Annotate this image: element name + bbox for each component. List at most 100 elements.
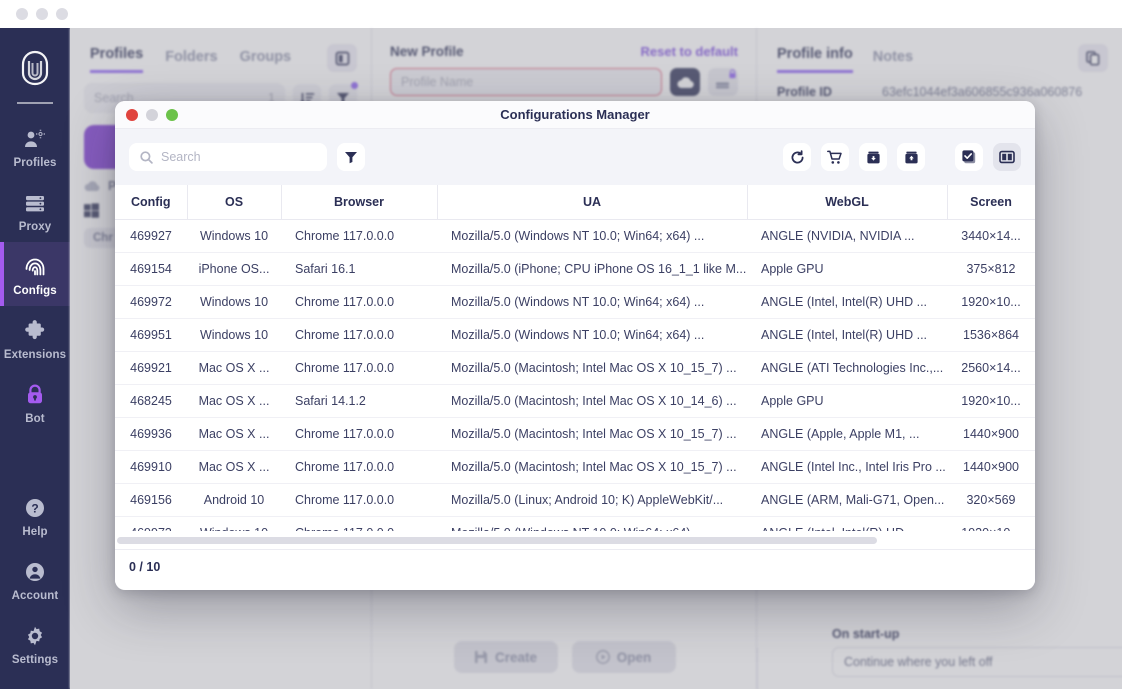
cell-os: Windows 10 <box>187 516 281 531</box>
table-row[interactable]: 469927 Windows 10 Chrome 117.0.0.0 Mozilla/… <box>115 219 1035 253</box>
proxy-icon <box>23 190 47 216</box>
modal-toolbar-actions <box>783 143 1021 171</box>
sidebar-item-bot[interactable]: Bot <box>0 370 70 434</box>
os-close-dot[interactable] <box>16 8 28 20</box>
table-row[interactable]: 468245 Mac OS X ... Safari 14.1.2 Mozilla/5… <box>115 384 1035 418</box>
cloud-profile-button[interactable] <box>670 68 700 96</box>
table-row[interactable]: 469156 Android 10 Chrome 117.0.0.0 Mozilla/… <box>115 483 1035 517</box>
reset-to-default-link[interactable]: Reset to default <box>640 44 738 59</box>
column-header-os[interactable]: OS <box>187 185 282 220</box>
save-icon <box>474 651 487 663</box>
columns-button[interactable] <box>993 143 1021 171</box>
table-row[interactable]: 469921 Mac OS X ... Chrome 117.0.0.0 Mozill… <box>115 351 1035 385</box>
filter-active-badge <box>351 82 358 89</box>
cell-webgl: ANGLE (Intel, Intel(R) HD ... <box>747 516 947 531</box>
table-row[interactable]: 469973Windows 10Chrome 117.0.0.0Mozilla/… <box>115 516 1035 531</box>
tab-folders[interactable]: Folders <box>165 49 217 73</box>
cell-ua: Mozilla/5.0 (Windows NT 10.0; Win64; x64… <box>437 285 747 319</box>
table-body: 469927 Windows 10 Chrome 117.0.0.0 Mozilla/… <box>115 219 1035 531</box>
cell-screen: 1920×10... <box>947 285 1035 319</box>
import-button[interactable] <box>859 143 887 171</box>
local-profile-button[interactable] <box>708 68 738 96</box>
modal-toolbar: Search <box>115 129 1035 185</box>
windows-icon <box>84 203 99 218</box>
panel-layout-toggle-button[interactable] <box>327 44 357 72</box>
startup-select[interactable]: Continue where you left off <box>832 647 1122 677</box>
tab-groups[interactable]: Groups <box>240 49 292 73</box>
column-header-browser[interactable]: Browser <box>281 185 438 220</box>
table-row[interactable]: 469154 iPhone OS... Safari 16.1 Mozilla/5.0… <box>115 252 1035 286</box>
question-icon: ? <box>24 495 46 521</box>
configurations-table-wrap[interactable]: Config OS Browser UA WebGL Screen 469927… <box>115 185 1035 531</box>
table-row[interactable]: 469972 Windows 10 Chrome 117.0.0.0 Mozilla/… <box>115 285 1035 319</box>
copy-button[interactable] <box>1078 44 1108 72</box>
cell-screen: 1440×900 <box>947 417 1035 451</box>
profile-info-tabs: Profile info Notes <box>757 28 1122 73</box>
horizontal-scrollbar[interactable] <box>115 531 1035 549</box>
cell-webgl: Apple GPU <box>747 252 947 286</box>
app-root: Profiles Proxy Configs Extensions Bot ? … <box>0 0 1122 689</box>
cloud-icon <box>676 76 694 88</box>
cell-browser: Safari 16.1 <box>281 252 437 286</box>
sidebar-item-label: Settings <box>11 654 59 666</box>
select-all-button[interactable] <box>955 143 983 171</box>
cart-button[interactable] <box>821 143 849 171</box>
column-header-ua[interactable]: UA <box>437 185 748 220</box>
new-profile-header: New Profile Reset to default <box>372 28 756 59</box>
cell-ua: Mozilla/5.0 (Macintosh; Intel Mac OS X 1… <box>437 417 747 451</box>
tab-profile-info[interactable]: Profile info <box>777 46 853 73</box>
cell-ua: Mozilla/5.0 (Windows NT 10.0; Win64; x64… <box>437 219 747 253</box>
sidebar-items: Profiles Proxy Configs Extensions Bot <box>0 114 70 434</box>
refresh-button[interactable] <box>783 143 811 171</box>
profile-name-row: Profile Name <box>372 59 756 96</box>
sidebar-item-label: Bot <box>25 413 45 425</box>
profile-name-placeholder: Profile Name <box>401 75 474 89</box>
sidebar-item-profiles[interactable]: Profiles <box>0 114 70 178</box>
cell-ua: Mozilla/5.0 (Windows NT 10.0; Win64; x64… <box>437 516 747 531</box>
cell-browser: Chrome 117.0.0.0 <box>281 417 437 451</box>
tab-notes[interactable]: Notes <box>873 49 913 73</box>
cell-os: Android 10 <box>187 483 281 517</box>
open-button[interactable]: Open <box>571 641 676 673</box>
cell-ua: Mozilla/5.0 (Macintosh; Intel Mac OS X 1… <box>437 450 747 484</box>
table-row[interactable]: 469936 Mac OS X ... Chrome 117.0.0.0 Mozill… <box>115 417 1035 451</box>
cell-browser: Chrome 117.0.0.0 <box>281 450 437 484</box>
modal-search-input[interactable]: Search <box>129 143 327 171</box>
create-button[interactable]: Create <box>453 641 558 673</box>
scrollbar-thumb[interactable] <box>117 536 878 544</box>
cell-os: Mac OS X ... <box>187 417 281 451</box>
sidebar-item-extensions[interactable]: Extensions <box>0 306 70 370</box>
column-header-screen[interactable]: Screen <box>947 185 1035 220</box>
modal-status-bar: 0 / 10 <box>115 549 1035 583</box>
import-icon <box>866 151 880 163</box>
configurations-manager-modal: Configurations Manager Search Config OS … <box>115 101 1035 590</box>
profile-name-input[interactable]: Profile Name <box>390 68 662 96</box>
scrollbar-track[interactable] <box>117 536 1033 544</box>
sidebar-item-label: Help <box>22 526 48 538</box>
account-icon <box>24 559 46 585</box>
modal-filter-button[interactable] <box>337 143 365 171</box>
sidebar-item-help[interactable]: ? Help <box>0 483 70 547</box>
cell-config: 469973 <box>115 516 187 531</box>
cell-webgl: ANGLE (Apple, Apple M1, ... <box>747 417 947 451</box>
sidebar-item-account[interactable]: Account <box>0 547 70 611</box>
sidebar-item-proxy[interactable]: Proxy <box>0 178 70 242</box>
panel-divider <box>757 648 758 689</box>
table-row[interactable]: 469951 Windows 10 Chrome 117.0.0.0 Mozilla/… <box>115 318 1035 352</box>
export-button[interactable] <box>897 143 925 171</box>
table-row[interactable]: 469910 Mac OS X ... Chrome 117.0.0.0 Mozill… <box>115 450 1035 484</box>
sidebar-item-configs[interactable]: Configs <box>0 242 70 306</box>
cell-browser: Chrome 117.0.0.0 <box>281 516 437 531</box>
os-maximize-dot[interactable] <box>56 8 68 20</box>
sidebar-item-settings[interactable]: Settings <box>0 611 70 675</box>
tab-profiles[interactable]: Profiles <box>90 46 144 73</box>
cell-os: Windows 10 <box>187 219 281 253</box>
modal-titlebar: Configurations Manager <box>115 101 1035 129</box>
open-button-label: Open <box>616 649 652 665</box>
sidebar-item-label: Profiles <box>13 157 57 169</box>
os-minimize-dot[interactable] <box>36 8 48 20</box>
column-header-config[interactable]: Config <box>115 185 188 220</box>
column-header-webgl[interactable]: WebGL <box>747 185 948 220</box>
os-window-titlebar <box>0 0 1122 28</box>
cloud-icon <box>84 181 100 191</box>
